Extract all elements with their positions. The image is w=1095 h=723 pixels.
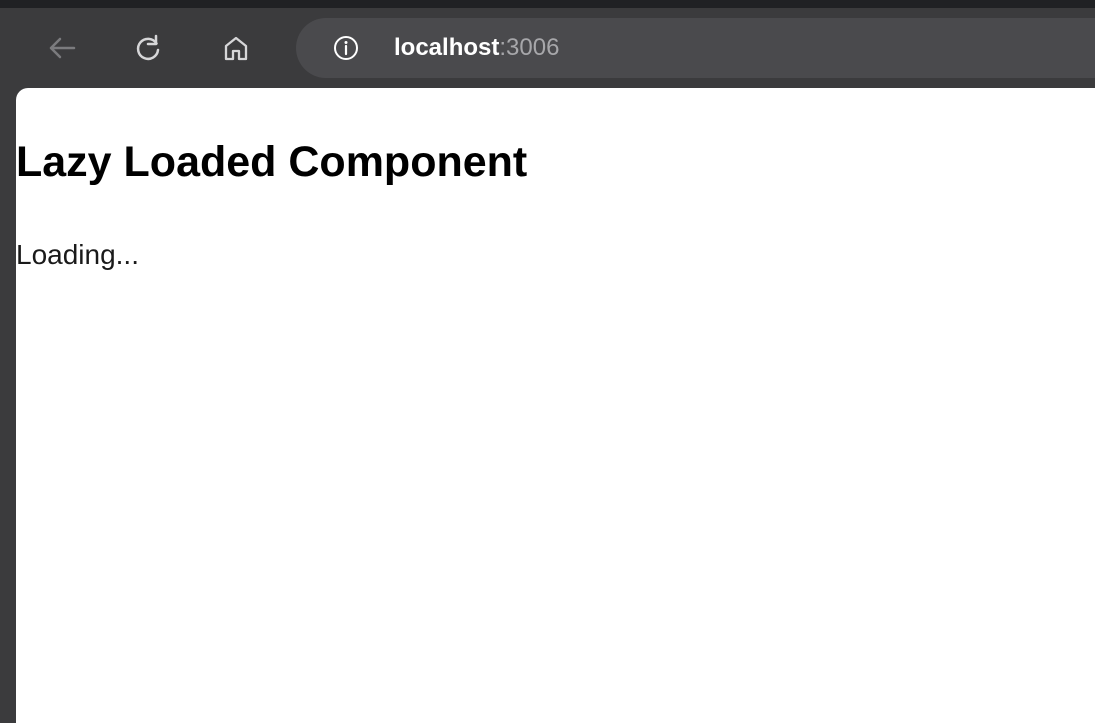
reload-button[interactable] [128, 28, 168, 68]
address-bar[interactable]: localhost:3006 [296, 18, 1095, 78]
browser-toolbar: localhost:3006 [0, 8, 1095, 88]
url-text[interactable]: localhost:3006 [394, 34, 559, 62]
arrow-left-icon [49, 37, 76, 59]
page-title: Lazy Loaded Component [16, 138, 528, 186]
home-button[interactable] [216, 28, 256, 68]
loading-status: Loading... [16, 239, 139, 270]
url-port: :3006 [499, 34, 560, 61]
info-icon[interactable] [332, 34, 360, 62]
page-content: Lazy Loaded Component Loading... [16, 88, 1095, 723]
window-top-bar [0, 0, 1095, 8]
window-left-edge [0, 88, 8, 723]
back-button[interactable] [42, 28, 82, 68]
home-icon [224, 36, 248, 61]
reload-icon [136, 34, 160, 61]
url-host: localhost [394, 34, 500, 61]
